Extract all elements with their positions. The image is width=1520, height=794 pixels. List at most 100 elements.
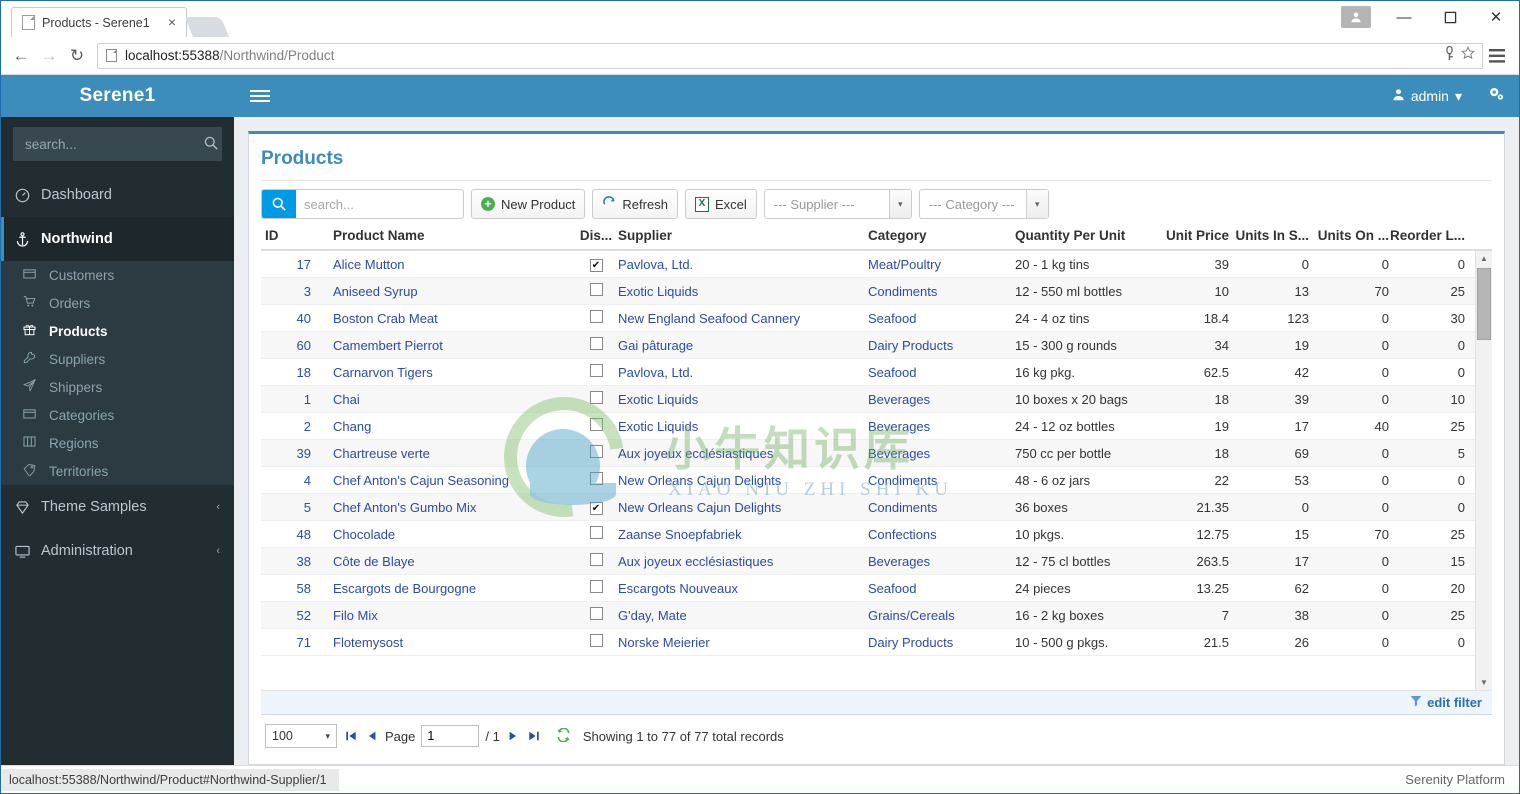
- discontinued-checkbox[interactable]: [590, 337, 603, 350]
- sidebar-item-northwind[interactable]: Northwind ⱟ: [1, 217, 234, 261]
- table-row[interactable]: 5 Chef Anton's Gumbo Mix ✔ New Orleans Caju…: [261, 494, 1492, 521]
- table-row[interactable]: 39 Chartreuse verte Aux joyeux ecclésiasti…: [261, 440, 1492, 467]
- address-bar[interactable]: localhost:55388/Northwind/Product: [97, 43, 1438, 69]
- table-row[interactable]: 18 Carnarvon Tigers Pavlova, Ltd. Seafood 16…: [261, 359, 1492, 386]
- grid-vertical-scrollbar[interactable]: ▲ ▼: [1475, 251, 1492, 690]
- page-number-input[interactable]: [421, 725, 479, 747]
- discontinued-checkbox[interactable]: ✔: [590, 259, 603, 272]
- last-page-icon[interactable]: [526, 730, 542, 742]
- discontinued-checkbox[interactable]: [590, 580, 603, 593]
- app-brand[interactable]: Serene1: [1, 75, 234, 117]
- back-icon[interactable]: ←: [7, 42, 35, 70]
- column-header-units-on-order[interactable]: Units On ...: [1309, 228, 1389, 243]
- table-row[interactable]: 2 Chang Exotic Liquids Beverages 24 - 12 oz …: [261, 413, 1492, 440]
- excel-export-button[interactable]: X Excel: [685, 189, 757, 219]
- user-menu[interactable]: admin ▾: [1392, 88, 1462, 105]
- sidebar-search-input[interactable]: [23, 136, 204, 153]
- first-page-icon[interactable]: [343, 730, 359, 742]
- browser-tab[interactable]: Products - Serene1 ×: [11, 7, 187, 37]
- diamond-icon: [15, 500, 41, 515]
- column-header-discontinued[interactable]: Dis...: [574, 228, 618, 243]
- chevron-down-icon[interactable]: ▾: [889, 190, 911, 218]
- column-header-product-name[interactable]: Product Name: [319, 228, 574, 243]
- discontinued-checkbox[interactable]: [590, 634, 603, 647]
- category-filter-select[interactable]: --- Category --- ▾: [919, 189, 1049, 219]
- discontinued-checkbox[interactable]: [590, 283, 603, 296]
- discontinued-checkbox[interactable]: [590, 607, 603, 620]
- scroll-up-icon[interactable]: ▲: [1476, 251, 1492, 266]
- scroll-down-icon[interactable]: ▼: [1476, 675, 1492, 690]
- sidebar-item-suppliers[interactable]: Suppliers: [1, 345, 234, 373]
- forward-icon[interactable]: →: [35, 42, 63, 70]
- sidebar-item-theme-samples[interactable]: Theme Samples ‹: [1, 485, 234, 529]
- sidebar-item-regions[interactable]: Regions: [1, 429, 234, 457]
- chevron-down-icon[interactable]: ▾: [325, 731, 330, 742]
- search-icon[interactable]: [204, 136, 218, 153]
- table-row[interactable]: 52 Filo Mix G'day, Mate Grains/Cereals 16 - …: [261, 602, 1492, 629]
- discontinued-checkbox[interactable]: [590, 445, 603, 458]
- column-header-unit-price[interactable]: Unit Price: [1151, 228, 1229, 243]
- quick-search[interactable]: [261, 189, 464, 219]
- sidebar-item-administration[interactable]: Administration ‹: [1, 529, 234, 573]
- column-header-supplier[interactable]: Supplier: [618, 228, 868, 243]
- previous-page-icon[interactable]: [365, 730, 379, 742]
- column-header-units-in-stock[interactable]: Units In S...: [1229, 228, 1309, 243]
- table-row[interactable]: 48 Chocolade Zaanse Snoepfabriek Confection…: [261, 521, 1492, 548]
- column-header-id[interactable]: ID: [261, 228, 319, 243]
- new-product-button[interactable]: + New Product: [471, 189, 585, 219]
- column-header-quantity-per-unit[interactable]: Quantity Per Unit: [1015, 228, 1151, 243]
- discontinued-checkbox[interactable]: [590, 364, 603, 377]
- discontinued-checkbox[interactable]: [590, 526, 603, 539]
- table-row[interactable]: 3 Aniseed Syrup Exotic Liquids Condiments 12…: [261, 278, 1492, 305]
- sidebar-item-customers[interactable]: Customers: [1, 261, 234, 289]
- table-row[interactable]: 60 Camembert Pierrot Gai pâturage Dairy Pro…: [261, 332, 1492, 359]
- table-row[interactable]: 17 Alice Mutton ✔ Pavlova, Ltd. Meat/Poultry…: [261, 251, 1492, 278]
- maximize-icon[interactable]: [1427, 1, 1473, 33]
- close-tab-icon[interactable]: ×: [164, 15, 180, 31]
- discontinued-checkbox[interactable]: [590, 418, 603, 431]
- bookmark-star-icon[interactable]: [1461, 46, 1475, 65]
- reload-icon[interactable]: ↻: [63, 42, 91, 70]
- scrollbar-thumb[interactable]: [1477, 268, 1491, 340]
- page-size-select[interactable]: 100 ▾: [265, 724, 337, 748]
- sidebar-item-shippers[interactable]: Shippers: [1, 373, 234, 401]
- settings-gear-icon[interactable]: [1488, 86, 1505, 106]
- discontinued-checkbox[interactable]: [590, 553, 603, 566]
- sidebar-item-territories[interactable]: Territories: [1, 457, 234, 485]
- close-window-icon[interactable]: ✕: [1473, 1, 1519, 33]
- discontinued-checkbox[interactable]: ✔: [590, 502, 603, 515]
- new-tab-button[interactable]: [185, 17, 229, 37]
- cell-units-on-order: 0: [1309, 257, 1389, 272]
- browser-menu-icon[interactable]: [1483, 42, 1511, 70]
- discontinued-checkbox[interactable]: [590, 391, 603, 404]
- browser-profile-icon[interactable]: [1341, 6, 1371, 28]
- edit-filter-link[interactable]: edit filter: [1427, 695, 1482, 710]
- refresh-button[interactable]: Refresh: [592, 189, 678, 219]
- cell-reorder-level: 0: [1389, 257, 1465, 272]
- table-row[interactable]: 71 Flotemysost Norske Meierier Dairy Produc…: [261, 629, 1492, 656]
- cell-units-in-stock: 19: [1229, 338, 1309, 353]
- minimize-icon[interactable]: —: [1381, 1, 1427, 33]
- search-icon[interactable]: [262, 190, 296, 218]
- table-row[interactable]: 40 Boston Crab Meat New England Seafood Ca…: [261, 305, 1492, 332]
- discontinued-checkbox[interactable]: [590, 472, 603, 485]
- sidebar-item-categories[interactable]: Categories: [1, 401, 234, 429]
- supplier-filter-select[interactable]: --- Supplier --- ▾: [764, 189, 912, 219]
- sidebar-item-products[interactable]: Products: [1, 317, 234, 345]
- table-row[interactable]: 1 Chai Exotic Liquids Beverages 10 boxes x 2…: [261, 386, 1492, 413]
- table-row[interactable]: 4 Chef Anton's Cajun Seasoning New Orleans…: [261, 467, 1492, 494]
- pager-refresh-icon[interactable]: [556, 728, 571, 745]
- table-row[interactable]: 58 Escargots de Bourgogne Escargots Nouvea…: [261, 575, 1492, 602]
- column-header-reorder-level[interactable]: Reorder L...: [1389, 228, 1465, 243]
- sidebar-item-orders[interactable]: Orders: [1, 289, 234, 317]
- password-key-icon[interactable]: [1444, 46, 1455, 66]
- table-row[interactable]: 38 Côte de Blaye Aux joyeux ecclésiastique…: [261, 548, 1492, 575]
- sidebar-toggle-icon[interactable]: [250, 90, 270, 102]
- chevron-down-icon[interactable]: ▾: [1026, 190, 1048, 218]
- column-header-category[interactable]: Category: [868, 228, 1015, 243]
- next-page-icon[interactable]: [506, 730, 520, 742]
- sidebar-search[interactable]: [13, 127, 222, 161]
- quick-search-input[interactable]: [296, 197, 463, 212]
- sidebar-item-dashboard[interactable]: Dashboard: [1, 173, 234, 217]
- discontinued-checkbox[interactable]: [590, 310, 603, 323]
